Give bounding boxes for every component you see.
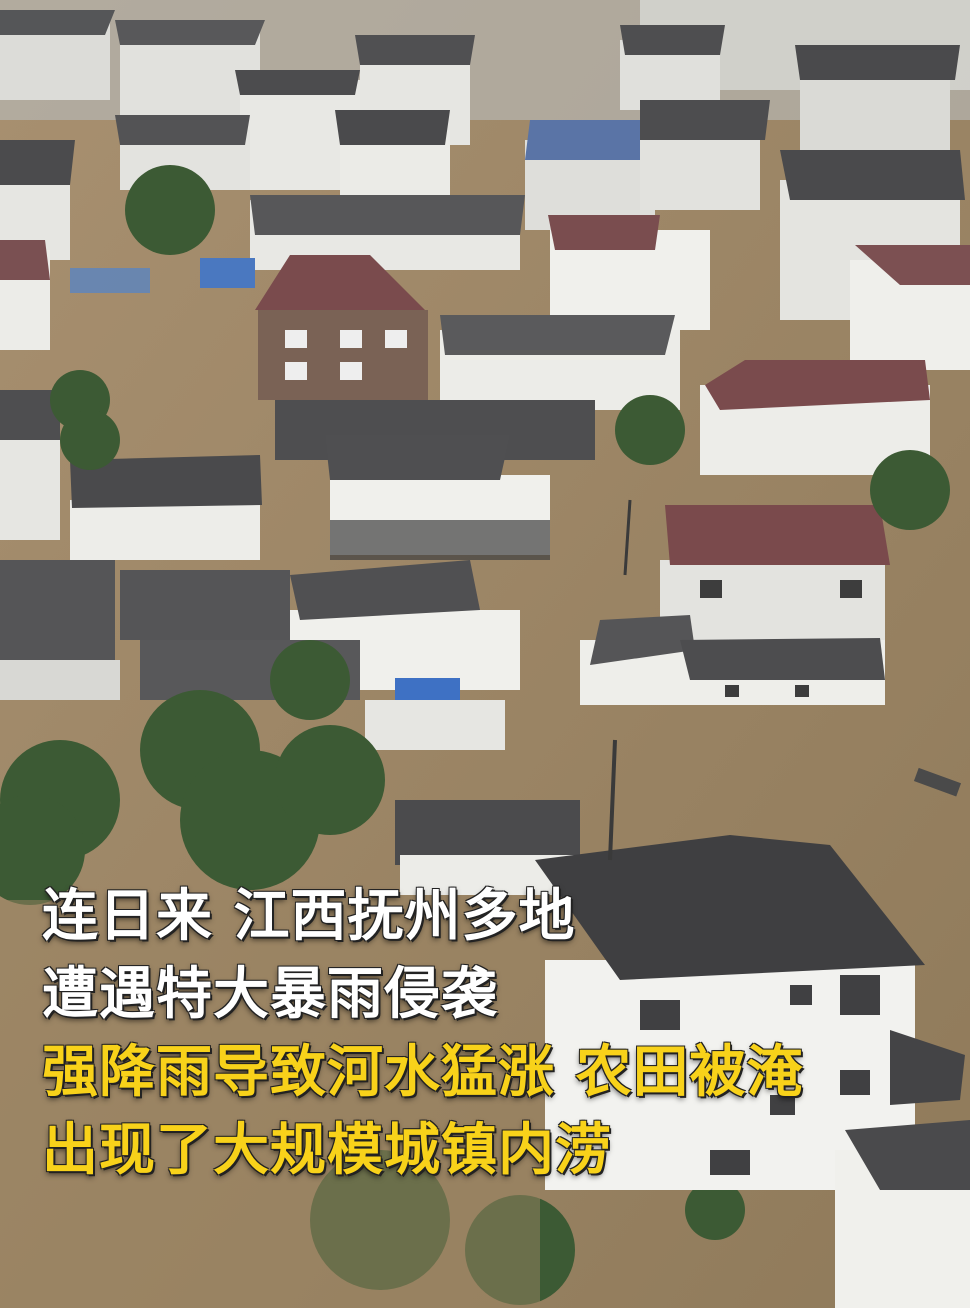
caption-line-2: 遭遇特大暴雨侵袭: [42, 962, 498, 1027]
caption-line-1: 连日来 江西抚州多地: [42, 884, 576, 949]
caption-line-3: 强降雨导致河水猛涨 农田被淹: [42, 1040, 804, 1105]
caption-line-4: 出现了大规模城镇内涝: [42, 1118, 612, 1183]
news-caption: 连日来 江西抚州多地 遭遇特大暴雨侵袭 强降雨导致河水猛涨 农田被淹 出现了大规…: [42, 878, 804, 1190]
blue-tarp-left: [200, 258, 255, 288]
photo-frame: 连日来 江西抚州多地 遭遇特大暴雨侵袭 强降雨导致河水猛涨 农田被淹 出现了大规…: [0, 0, 970, 1308]
